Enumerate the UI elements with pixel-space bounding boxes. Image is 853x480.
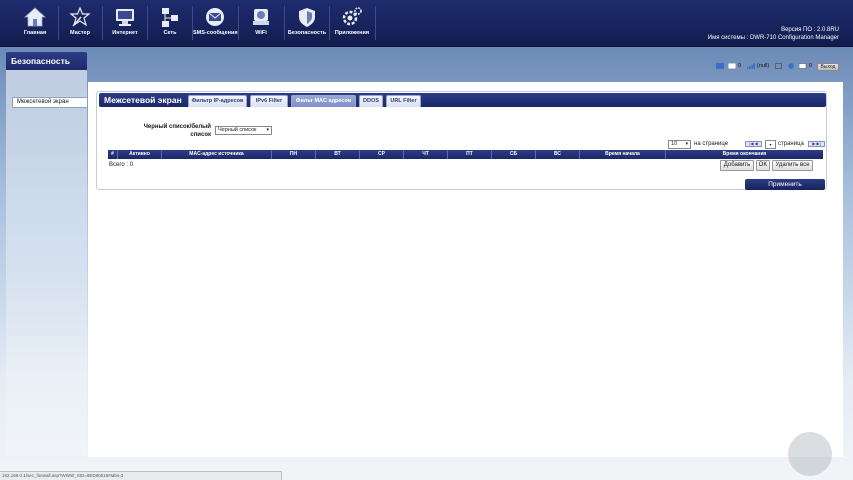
system-name: Имя системы : DWR-710 Configuration Mana… [707,35,839,41]
nav-apps-label: Приложения [334,30,370,36]
chevron-down-icon: ▾ [266,127,269,133]
nav-wizard-label: Мастер [70,30,90,36]
top-navigation-bar: Главная Мастер Интернет Сеть SMS-сообщен… [0,0,853,47]
section-title: Безопасность [6,52,87,70]
shield-icon [299,8,315,27]
nav-sms[interactable]: SMS-сообщения [193,3,238,43]
left-sidebar [6,70,87,455]
page-title: Межсетевой экран [104,95,182,105]
page-label: страница [778,141,804,147]
col-mac-source: MAC-адрес источника [162,150,272,159]
signal-status: (null) [757,63,770,69]
per-page-label: на странице [694,141,729,147]
signal-icon [747,63,755,69]
nav-separator [375,6,376,40]
apply-button[interactable]: Применить [745,179,825,190]
total-count: Всего : 0 [109,162,134,168]
wifi-icon [253,9,269,25]
nav-network-label: Сеть [163,30,177,36]
nav-wifi[interactable]: WiFi [239,3,283,43]
nav-security-label: Безопасность [287,30,327,36]
battery-icon [775,63,782,69]
main-panel: Межсетевой экран Фильтр IP-адресов IPv6 … [88,82,843,457]
tab-ipv6-filter[interactable]: IPv6 Filter [250,95,288,107]
nav-apps[interactable]: Приложения [330,3,374,43]
per-page-value: 10 [671,141,678,147]
firmware-version: Версия ПО : 2.0.8RU [781,27,839,33]
nav-internet-label: Интернет [112,30,138,36]
col-active: Активно [118,150,162,159]
browser-status-url: 192.168.0.1/sec_firewall.asp?WWW_SID=8ED… [0,471,282,480]
col-wed: СР [360,150,404,159]
col-start-time: Время начала [580,150,666,159]
col-tue: ВТ [316,150,360,159]
monitor-icon [116,9,134,26]
per-page-select[interactable]: 10 ▾ [668,140,691,149]
connection-icon [716,63,724,69]
pager-prev-buttons[interactable]: |◀ ◀ [745,141,762,147]
message-icon [799,63,807,69]
nav-wifi-label: WiFi [255,30,267,36]
nav-network[interactable]: Сеть [148,3,192,43]
tab-mac-filter[interactable]: Фильт MAC адресов [291,95,356,107]
wizard-icon [69,6,91,27]
col-mon: ПН [272,150,316,159]
nav-security[interactable]: Безопасность [285,3,329,43]
add-button[interactable]: Добавить [720,160,754,171]
network-icon [162,8,178,27]
firewall-header: Межсетевой экран Фильтр IP-адресов IPv6 … [99,93,826,107]
tab-ddos[interactable]: DDOS [359,95,383,107]
sidebar-item-firewall[interactable]: Межсетевой экран [12,97,87,108]
message-count: 0 [809,63,813,69]
blacklist-whitelist-select[interactable]: Черный список ▾ [215,126,272,135]
sms-count: 0 [738,63,742,69]
col-sun: ВС [536,150,580,159]
nav-home-label: Главная [23,30,47,36]
blacklist-whitelist-value: Черный список [218,127,257,133]
nav-sms-label: SMS-сообщения [193,30,238,36]
firewall-content-box: Межсетевой экран Фильтр IP-адресов IPv6 … [96,91,827,190]
nav-wizard[interactable]: Мастер [58,3,102,43]
blacklist-whitelist-label: Черный список/белый список [143,124,211,138]
pager-next-buttons[interactable]: ▶ ▶| [808,141,825,147]
status-strip: 0 (null) 0 Выход [88,61,843,74]
logout-button[interactable]: Выход [817,63,839,71]
gear-icon [342,7,362,26]
watermark-logo [788,432,832,476]
ok-button[interactable]: OK [756,160,770,171]
col-fri: ПТ [448,150,492,159]
col-end-time: Время окончания [722,151,767,157]
tab-ip-filter[interactable]: Фильтр IP-адресов [188,95,247,107]
nav-internet[interactable]: Интернет [103,3,147,43]
nav-home[interactable]: Главная [13,3,57,43]
col-thu: ЧТ [404,150,448,159]
col-sat: СБ [492,150,536,159]
globe-icon [788,63,794,69]
tab-url-filter[interactable]: URL Filter [386,95,421,107]
firmware-info: Версия ПО : 2.0.8RU Имя системы : DWR-71… [708,26,839,42]
sms-icon [728,63,736,69]
home-icon [24,7,46,27]
page-select[interactable]: ▾ [765,140,776,149]
chevron-down-icon: ▾ [685,141,688,147]
mac-filter-table-header: # Активно MAC-адрес источника ПН ВТ СР Ч… [108,150,823,159]
col-index: # [108,150,118,159]
delete-all-button[interactable]: Удалить все [772,160,813,171]
mail-icon [206,8,224,26]
